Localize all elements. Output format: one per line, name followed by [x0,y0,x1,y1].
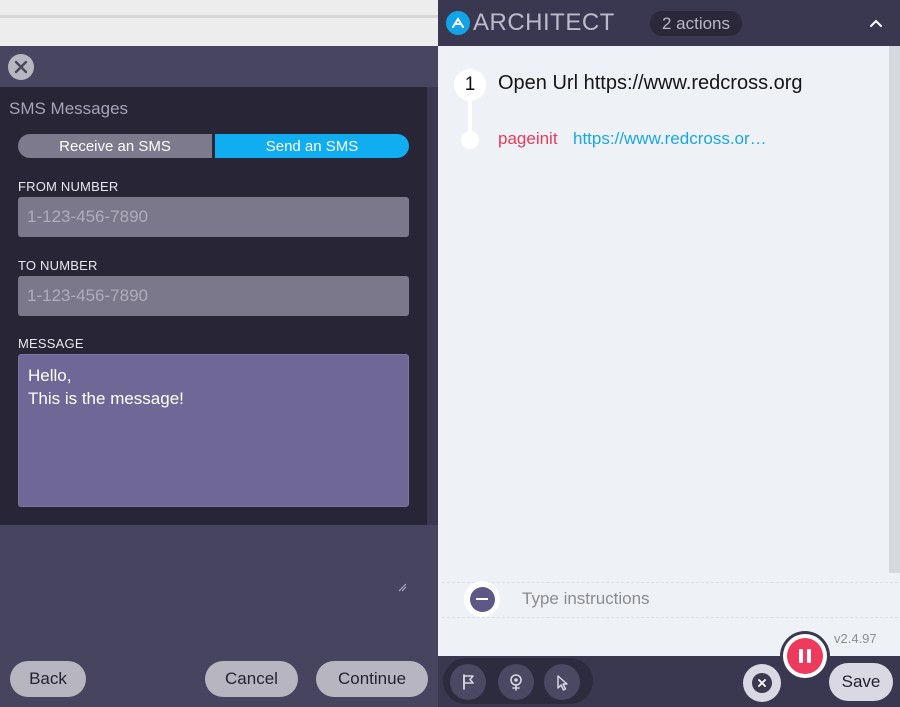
close-icon [752,673,772,693]
message-textarea[interactable] [18,354,409,507]
step-number: 1 [454,69,486,101]
actions-count-badge: 2 actions [650,11,742,36]
minus-icon [469,586,495,612]
architect-panel: ARCHITECT 2 actions 1 Open Url https://w… [438,0,900,707]
resize-grip-icon[interactable] [398,583,407,592]
version-label: v2.4.97 [834,631,877,646]
tab-receive-sms[interactable]: Receive an SMS [18,134,212,158]
flag-tool-button[interactable] [450,664,486,700]
from-number-label: FROM NUMBER [18,179,119,194]
cancel-button[interactable]: Cancel [205,661,298,697]
pointer-tool-button[interactable] [544,664,580,700]
back-button[interactable]: Back [10,661,86,697]
step-event-type: pageinit [498,129,558,148]
tab-send-sms[interactable]: Send an SMS [215,134,409,158]
to-number-input[interactable] [18,276,409,316]
step-event-dot [461,131,479,149]
to-number-label: TO NUMBER [18,258,98,273]
pause-icon [787,638,823,674]
eye-pin-icon [510,674,522,691]
remove-instruction-button[interactable] [466,583,498,615]
chevron-up-icon[interactable] [866,13,886,33]
modal-header [0,46,438,87]
step-connector [468,101,472,131]
section-title: SMS Messages [9,99,129,118]
watch-tool-button[interactable] [498,664,534,700]
message-label: MESSAGE [18,336,84,351]
brand-title: ARCHITECT [473,9,615,36]
modal-scroll-track[interactable] [427,87,438,525]
sms-modal: SMS Messages Receive an SMS Send an SMS … [0,46,438,707]
pause-recording-button[interactable] [780,631,830,681]
modal-body: SMS Messages Receive an SMS Send an SMS … [0,87,427,592]
pointer-click-icon [557,675,568,691]
browser-top-strip [0,0,438,46]
flag-icon [463,674,474,690]
sms-mode-toggle: Receive an SMS Send an SMS [18,134,409,158]
from-number-input[interactable] [18,197,409,237]
cancel-recording-button[interactable] [743,664,781,702]
continue-button[interactable]: Continue [316,661,428,697]
save-button[interactable]: Save [829,663,893,701]
step-title[interactable]: Open Url https://www.redcross.org [498,72,803,95]
close-icon [14,60,28,74]
modal-close-button[interactable] [8,54,34,80]
instructions-input[interactable] [522,586,882,612]
architect-logo-icon [446,11,470,35]
step-event-url[interactable]: https://www.redcross.or… [573,129,767,149]
browser-divider [0,15,438,18]
panel-scrollbar[interactable] [889,46,900,573]
panel-header: ARCHITECT 2 actions [438,0,900,46]
